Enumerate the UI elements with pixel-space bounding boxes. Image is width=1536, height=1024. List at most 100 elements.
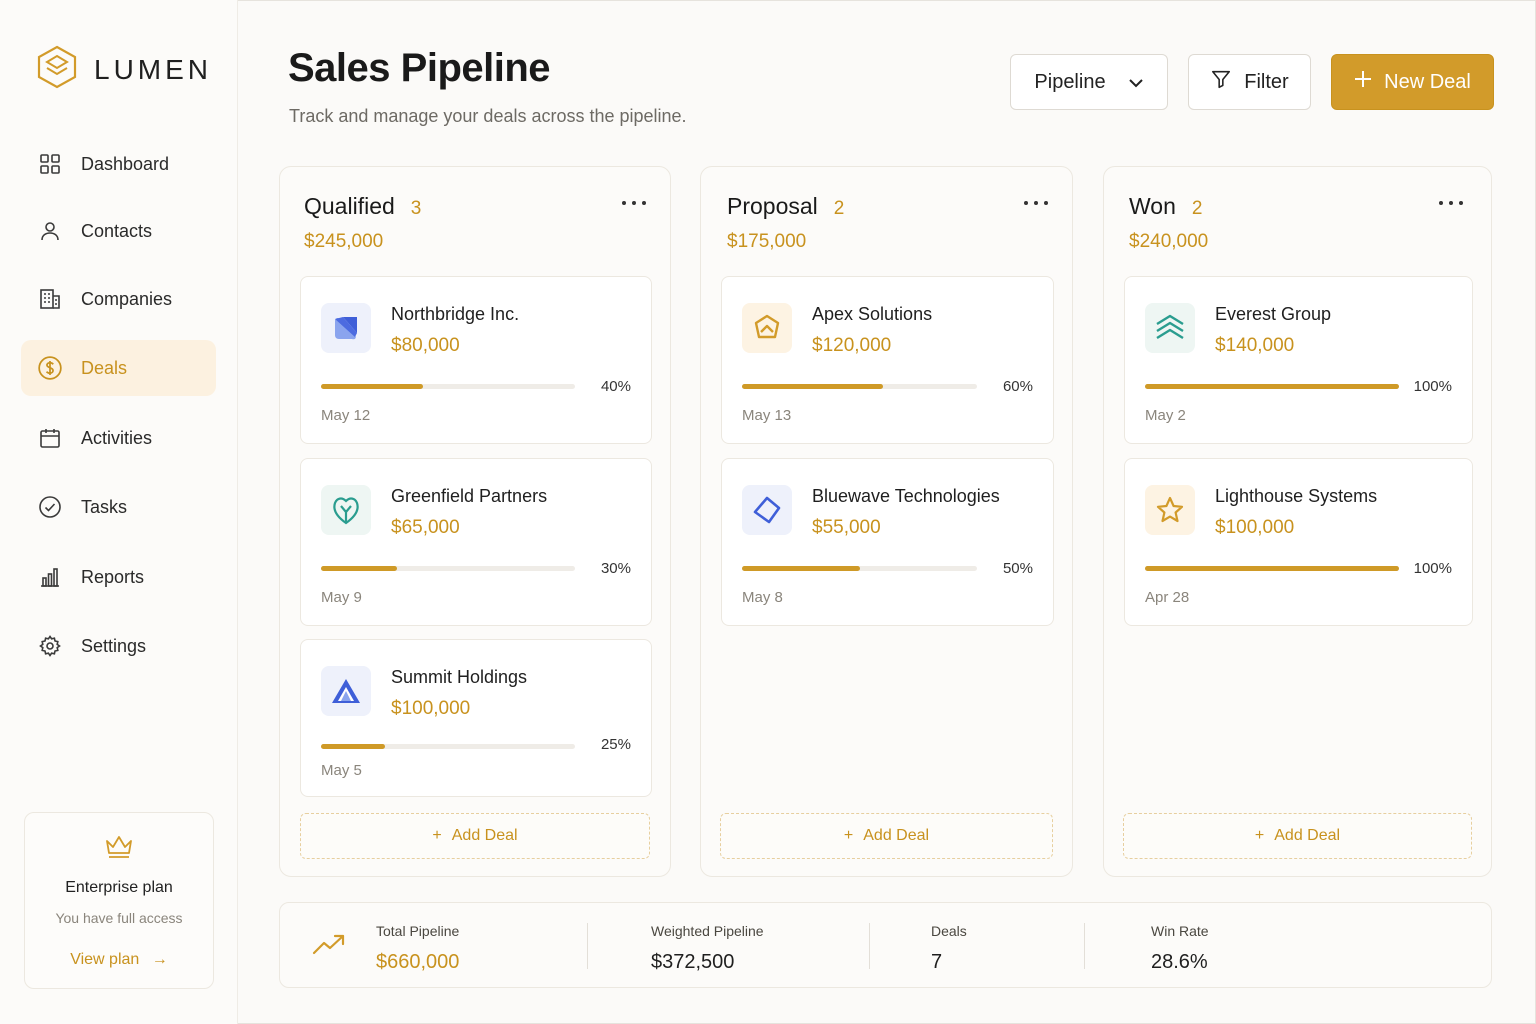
deal-progress-label: 25% bbox=[600, 736, 631, 753]
sidebar-item-contacts[interactable]: Contacts bbox=[21, 203, 216, 259]
grid-icon bbox=[37, 151, 63, 177]
deal-card-greenfield[interactable]: Greenfield Partners $65,000 30% May 9 bbox=[300, 458, 652, 626]
deal-amount: $80,000 bbox=[391, 335, 460, 356]
deal-progress-fill bbox=[1145, 384, 1399, 389]
sidebar-item-companies[interactable]: Companies bbox=[21, 271, 216, 327]
column-total: $245,000 bbox=[304, 231, 384, 252]
column-total: $175,000 bbox=[727, 231, 807, 252]
brand[interactable]: LUMEN bbox=[36, 45, 212, 94]
more-options-icon[interactable] bbox=[622, 195, 646, 211]
deal-name: Greenfield Partners bbox=[391, 486, 548, 506]
deal-progress-bar bbox=[742, 384, 977, 389]
summary-deals: Deals 7 bbox=[931, 923, 967, 974]
deal-name: Apex Solutions bbox=[812, 304, 933, 324]
deal-name: Bluewave Technologies bbox=[812, 486, 1000, 506]
sidebar-item-tasks[interactable]: Tasks bbox=[21, 479, 216, 535]
sidebar-item-settings[interactable]: Settings bbox=[21, 618, 216, 674]
calendar-icon bbox=[37, 425, 63, 451]
plus-icon: + bbox=[843, 827, 854, 844]
column-won: Won 2 $240,000 Everest Group $140,000 10… bbox=[1103, 166, 1492, 877]
sidebar-item-dashboard[interactable]: Dashboard bbox=[21, 136, 216, 192]
filter-button[interactable]: Filter bbox=[1188, 54, 1311, 110]
column-count: 2 bbox=[1191, 198, 1203, 219]
deal-card-apex[interactable]: Apex Solutions $120,000 60% May 13 bbox=[721, 276, 1054, 444]
more-options-icon[interactable] bbox=[1439, 195, 1463, 211]
deal-progress-bar bbox=[742, 566, 977, 571]
deal-card-everest[interactable]: Everest Group $140,000 100% May 2 bbox=[1124, 276, 1473, 444]
everest-logo-icon bbox=[1145, 303, 1195, 353]
sidebar-item-label: Reports bbox=[81, 566, 145, 587]
sidebar-item-label: Activities bbox=[81, 427, 153, 448]
deal-card-summit[interactable]: Summit Holdings $100,000 25% May 5 bbox=[300, 639, 652, 797]
deal-progress-fill bbox=[321, 744, 385, 749]
add-deal-button[interactable]: + Add Deal bbox=[720, 813, 1053, 859]
column-proposal: Proposal 2 $175,000 Apex Solutions $120,… bbox=[700, 166, 1073, 877]
sidebar-item-label: Contacts bbox=[81, 220, 153, 241]
building-icon bbox=[37, 286, 63, 312]
column-header: Won 2 bbox=[1129, 193, 1202, 220]
sidebar-item-activities[interactable]: Activities bbox=[21, 410, 216, 466]
greenfield-logo-icon bbox=[321, 485, 371, 535]
column-count: 3 bbox=[410, 198, 422, 219]
column-total: $240,000 bbox=[1129, 231, 1209, 252]
deal-amount: $100,000 bbox=[391, 698, 471, 719]
sidebar-item-label: Deals bbox=[81, 357, 128, 378]
pipeline-summary: Total Pipeline $660,000 Weighted Pipelin… bbox=[279, 902, 1492, 988]
add-deal-button[interactable]: + Add Deal bbox=[300, 813, 650, 859]
sidebar-item-deals[interactable]: Deals bbox=[21, 340, 216, 396]
view-plan-label: View plan bbox=[70, 951, 140, 968]
filter-label: Filter bbox=[1244, 70, 1289, 93]
plus-icon: + bbox=[1254, 827, 1265, 844]
deal-date: May 12 bbox=[321, 407, 371, 424]
pipeline-view-select[interactable]: Pipeline bbox=[1010, 54, 1168, 110]
deal-name: Summit Holdings bbox=[391, 667, 528, 687]
deal-progress-bar bbox=[321, 744, 575, 749]
column-title: Proposal bbox=[727, 193, 818, 219]
pipeline-select-value: Pipeline bbox=[1034, 70, 1106, 93]
summary-value: $372,500 bbox=[651, 951, 735, 973]
deal-date: May 8 bbox=[742, 589, 783, 606]
more-options-icon[interactable] bbox=[1024, 195, 1048, 211]
northbridge-logo-icon bbox=[321, 303, 371, 353]
deal-progress-label: 30% bbox=[600, 560, 631, 577]
trending-up-icon bbox=[312, 933, 346, 960]
deal-card-lighthouse[interactable]: Lighthouse Systems $100,000 100% Apr 28 bbox=[1124, 458, 1473, 626]
deal-progress-bar bbox=[321, 566, 575, 571]
sidebar-item-reports[interactable]: Reports bbox=[21, 549, 216, 605]
sidebar-item-label: Settings bbox=[81, 635, 147, 656]
column-title: Qualified bbox=[304, 193, 395, 219]
summary-divider bbox=[869, 923, 870, 969]
deal-card-bluewave[interactable]: Bluewave Technologies $55,000 50% May 8 bbox=[721, 458, 1054, 626]
deal-date: May 9 bbox=[321, 589, 362, 606]
dollar-circle-icon bbox=[37, 355, 63, 381]
deal-amount: $65,000 bbox=[391, 517, 460, 538]
summary-label: Win Rate bbox=[1151, 923, 1209, 939]
column-header: Proposal 2 bbox=[727, 193, 844, 220]
plan-subtitle: You have full access bbox=[55, 910, 183, 926]
user-icon bbox=[37, 218, 63, 244]
filter-icon bbox=[1210, 68, 1232, 96]
sidebar-item-label: Companies bbox=[81, 288, 173, 309]
summary-win-rate: Win Rate 28.6% bbox=[1151, 923, 1209, 974]
add-deal-button[interactable]: + Add Deal bbox=[1123, 813, 1472, 859]
sidebar: LUMEN Dashboard Contacts Companies Deals bbox=[0, 0, 238, 1024]
deal-date: May 2 bbox=[1145, 407, 1186, 424]
deal-amount: $55,000 bbox=[812, 517, 881, 538]
deal-name: Everest Group bbox=[1215, 304, 1332, 324]
apex-logo-icon bbox=[742, 303, 792, 353]
plus-icon bbox=[1354, 70, 1372, 94]
new-deal-button[interactable]: New Deal bbox=[1331, 54, 1494, 110]
deal-name: Northbridge Inc. bbox=[391, 304, 520, 324]
view-plan-link[interactable]: View plan → bbox=[25, 951, 213, 969]
summary-total-pipeline: Total Pipeline $660,000 bbox=[376, 923, 459, 974]
summary-divider bbox=[1084, 923, 1085, 969]
new-deal-label: New Deal bbox=[1384, 70, 1471, 93]
deal-date: May 5 bbox=[321, 762, 362, 779]
deal-amount: $100,000 bbox=[1215, 517, 1295, 538]
column-count: 2 bbox=[833, 198, 845, 219]
bluewave-logo-icon bbox=[742, 485, 792, 535]
deal-card-northbridge[interactable]: Northbridge Inc. $80,000 40% May 12 bbox=[300, 276, 652, 444]
deal-progress-fill bbox=[321, 566, 398, 571]
chevron-down-icon bbox=[1128, 71, 1144, 94]
deal-progress-label: 60% bbox=[1002, 378, 1033, 395]
